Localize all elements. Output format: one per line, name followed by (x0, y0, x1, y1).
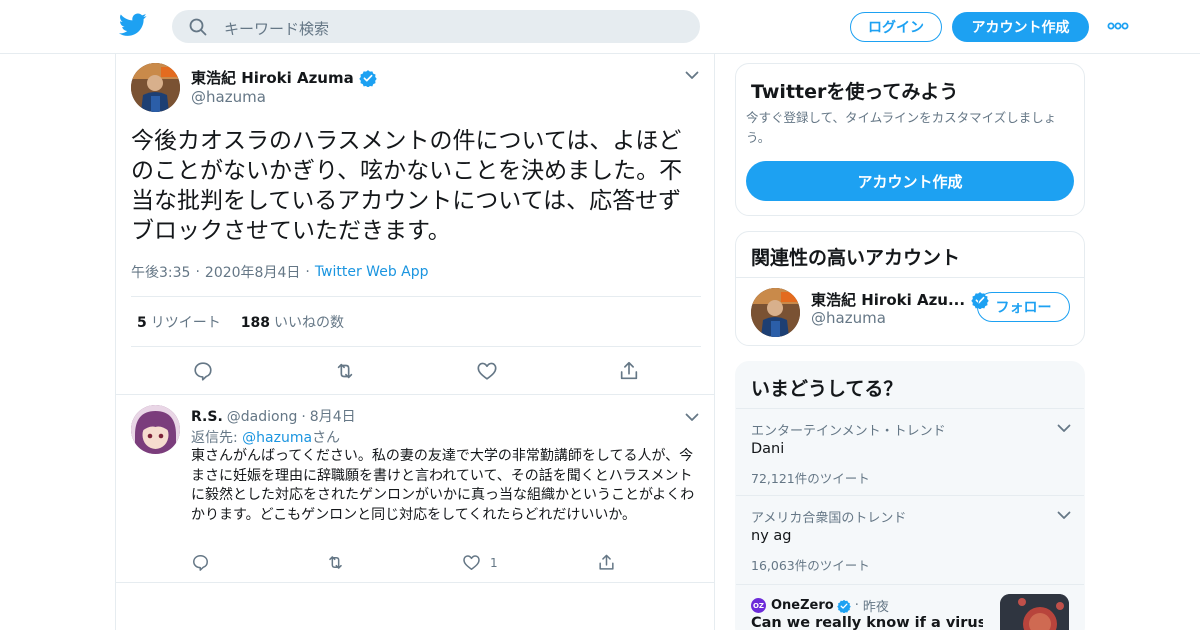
related-account-name[interactable]: 東浩紀 Hiroki Azu... (811, 289, 989, 310)
avatar-image (131, 405, 180, 454)
trend-context: エンターテインメント・トレンド (751, 424, 946, 439)
reply-to-prefix: 返信先: (191, 430, 243, 446)
reply-header: R.S. @dadiong · 8月4日 (191, 406, 356, 426)
trend-item[interactable]: エンターテインメント・トレンド Dani 72,121件のツイート (736, 408, 1084, 495)
reply-author-handle[interactable]: @dadiong (227, 409, 298, 425)
share-icon[interactable] (618, 360, 640, 382)
chevron-down-icon[interactable] (1057, 424, 1071, 433)
like-icon[interactable] (476, 360, 498, 382)
separator-dot: · (854, 598, 859, 613)
related-accounts-title: 関連性の高いアカウント (751, 247, 961, 269)
retweet-icon[interactable] (326, 553, 345, 572)
top-bar: キーワード検索 ログイン アカウント作成 (0, 0, 1200, 54)
avatar-image (751, 288, 800, 337)
separator-dot: · (195, 264, 200, 280)
signup-card-subtitle: 今すぐ登録して、タイムラインをカスタマイズしましょう。 (746, 110, 1057, 145)
author-name[interactable]: 東浩紀 Hiroki Azuma (191, 67, 377, 88)
author-handle[interactable]: @hazuma (191, 88, 266, 106)
tweet-time[interactable]: 午後3:35 (131, 262, 190, 282)
news-source: OZ OneZero · 昨夜 (751, 596, 889, 615)
tweet-timestamp: 午後3:35 · 2020年8月4日 · Twitter Web App (131, 262, 429, 282)
verified-icon (836, 599, 851, 613)
trend-count: 72,121件のツイート (751, 471, 870, 486)
like-count: 188 (240, 314, 270, 331)
trends-title: いまどうしてる？ (751, 378, 903, 400)
reply-to-suffix: さん (312, 430, 341, 446)
reply-tweet[interactable]: R.S. @dadiong · 8月4日 返信先: @hazumaさん 東さんが… (116, 396, 714, 583)
virus-image (1000, 594, 1069, 630)
search-icon (189, 18, 207, 36)
follow-button[interactable]: フォロー (977, 292, 1070, 322)
chevron-down-icon[interactable] (685, 71, 699, 80)
trend-name[interactable]: ny ag (751, 528, 791, 544)
news-headline[interactable]: Can we really know if a virus was (751, 615, 983, 630)
like-stat[interactable]: 188 いいねの数 (241, 312, 344, 332)
login-button[interactable]: ログイン (850, 12, 942, 42)
signup-card-button[interactable]: アカウント作成 (746, 161, 1074, 201)
reply-to-mention[interactable]: @hazuma (242, 430, 312, 446)
avatar[interactable] (131, 405, 180, 454)
news-source-logo: OZ (751, 598, 766, 613)
related-accounts-card: 関連性の高いアカウント 東浩紀 Hiroki Azu... @hazuma フォ… (735, 231, 1085, 346)
tweet-date[interactable]: 2020年8月4日 (205, 262, 300, 282)
news-item[interactable]: OZ OneZero · 昨夜 Can we really know if a … (736, 584, 1084, 630)
search-input[interactable]: キーワード検索 (224, 18, 329, 39)
divider (736, 277, 1084, 278)
news-thumbnail[interactable] (1000, 594, 1069, 630)
verified-icon (359, 69, 377, 87)
reply-like-count: 1 (490, 556, 498, 570)
tweet-client-link[interactable]: Twitter Web App (315, 264, 429, 280)
focused-tweet: 東浩紀 Hiroki Azuma @hazuma 今後カオスラのハラスメントの件… (116, 54, 714, 395)
related-account-handle[interactable]: @hazuma (811, 309, 886, 327)
separator-dot: · (301, 409, 306, 425)
chevron-down-icon[interactable] (1057, 511, 1071, 520)
trend-context: アメリカ合衆国のトレンド (751, 511, 907, 526)
reply-icon[interactable] (191, 553, 210, 572)
reply-text: 東さんがんばってください。私の妻の友達で大学の非常勤講師をしてる人が、今まさに妊… (191, 448, 695, 523)
retweet-label: リツイート (150, 314, 221, 331)
trend-count: 16,063件のツイート (751, 558, 870, 573)
tweet-text: 今後カオスラのハラスメントの件については、よほどのことがないかぎり、呟かないこと… (131, 128, 683, 244)
separator-dot: · (305, 264, 310, 280)
avatar[interactable] (751, 288, 800, 337)
retweet-stat[interactable]: 5 リツイート (137, 312, 221, 332)
related-account-name-text[interactable]: 東浩紀 Hiroki Azu... (811, 289, 965, 310)
reply-date[interactable]: 8月4日 (310, 406, 356, 426)
like-icon[interactable] (462, 553, 481, 572)
share-icon[interactable] (597, 553, 616, 572)
twitter-bird-icon[interactable] (119, 13, 147, 37)
reply-author-name[interactable]: R.S. (191, 409, 223, 425)
trend-name[interactable]: Dani (751, 441, 784, 457)
news-time: 昨夜 (862, 600, 889, 615)
trends-card: いまどうしてる？ エンターテインメント・トレンド Dani 72,121件のツイ… (735, 361, 1085, 630)
news-source-name[interactable]: OneZero (771, 598, 834, 613)
signup-card: Twitterを使ってみよう 今すぐ登録して、タイムラインをカスタマイズしましょ… (735, 63, 1085, 216)
avatar-image (131, 63, 180, 112)
reply-icon[interactable] (192, 360, 214, 382)
signup-card-title: Twitterを使ってみよう (751, 81, 959, 103)
retweet-icon[interactable] (334, 360, 356, 382)
search-bar[interactable]: キーワード検索 (172, 10, 700, 43)
like-label: いいねの数 (273, 314, 344, 331)
retweet-count: 5 (137, 314, 147, 331)
main-column: 東浩紀 Hiroki Azuma @hazuma 今後カオスラのハラスメントの件… (115, 54, 715, 630)
avatar[interactable] (131, 63, 180, 112)
replying-to: 返信先: @hazumaさん (191, 427, 340, 447)
author-name-text[interactable]: 東浩紀 Hiroki Azuma (191, 67, 354, 88)
signup-button[interactable]: アカウント作成 (952, 12, 1089, 42)
tweet-stats: 5 リツイート 188 いいねの数 (131, 296, 701, 347)
more-icon[interactable] (1107, 20, 1129, 32)
chevron-down-icon[interactable] (685, 413, 699, 422)
trend-item[interactable]: アメリカ合衆国のトレンド ny ag 16,063件のツイート (736, 495, 1084, 582)
